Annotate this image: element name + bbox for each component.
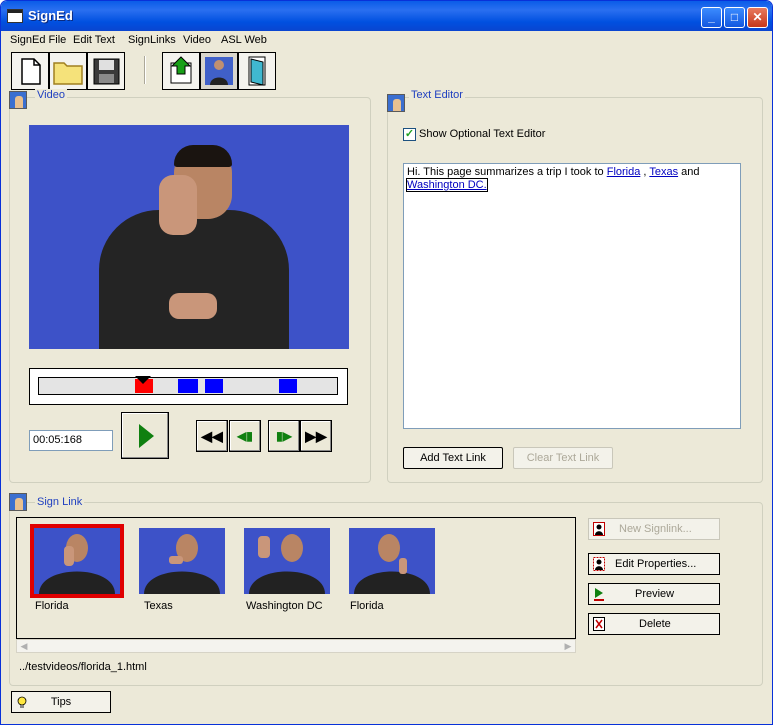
add-text-link-button[interactable]: Add Text Link: [403, 447, 503, 469]
signlink-thumbnail-list: Florida Texas Washington DC Florida: [16, 517, 576, 639]
menu-signlinks[interactable]: SignLinks: [128, 34, 176, 46]
toolbar-separator: [144, 56, 146, 84]
scroll-right-icon[interactable]: ▶: [561, 640, 575, 652]
rewind-button[interactable]: ◀◀: [196, 420, 228, 452]
signer-body: [99, 210, 289, 349]
signlink-thumbnail[interactable]: [139, 528, 225, 594]
app-window: SignEd _ □ ✕ SignEd File Edit Text SignL…: [0, 0, 773, 725]
delete-label: Delete: [639, 618, 671, 630]
tips-button[interactable]: Tips: [11, 691, 111, 713]
tips-label: Tips: [50, 696, 72, 708]
preview-button[interactable]: Preview: [588, 583, 720, 605]
menu-edit-text[interactable]: Edit Text: [73, 34, 115, 46]
editor-text: Hi. This page summarizes a trip I took t…: [407, 166, 607, 178]
signlink-toolbar: [162, 52, 276, 90]
text-link-washington[interactable]: Washington DC.: [406, 178, 488, 192]
timeline-marker[interactable]: [205, 379, 223, 393]
edit-properties-icon: [593, 557, 605, 571]
signlink-thumbnail[interactable]: [244, 528, 330, 594]
signlink-path: ../testvideos/florida_1.html: [19, 661, 147, 673]
menu-video[interactable]: Video: [183, 34, 211, 46]
edit-properties-button[interactable]: Edit Properties...: [588, 553, 720, 575]
delete-button[interactable]: Delete: [588, 613, 720, 635]
timeline-marker[interactable]: [178, 379, 198, 393]
timeline-track[interactable]: [38, 376, 338, 395]
fast-forward-button[interactable]: ▶▶: [300, 420, 332, 452]
save-disk-icon[interactable]: [87, 52, 125, 90]
scroll-left-icon[interactable]: ◀: [17, 640, 31, 652]
show-text-editor-label: Show Optional Text Editor: [419, 128, 546, 140]
video-player[interactable]: [29, 125, 349, 349]
new-signlink-icon: [593, 522, 605, 536]
title-bar[interactable]: SignEd _ □ ✕: [1, 1, 772, 31]
new-signlink-button[interactable]: New Signlink...: [588, 518, 720, 540]
file-toolbar: [11, 52, 125, 90]
playhead-icon[interactable]: [135, 376, 151, 384]
menu-signed-file[interactable]: SignEd File: [10, 34, 66, 46]
editor-text: ,: [640, 166, 650, 178]
text-link-texas[interactable]: Texas: [649, 166, 678, 178]
signer-icon[interactable]: [200, 52, 238, 90]
step-back-button[interactable]: ◀▮: [229, 420, 261, 452]
text-editor-group-icon: [387, 94, 405, 112]
menu-bar: SignEd File Edit Text SignLinks Video AS…: [1, 31, 772, 49]
delete-icon: [593, 617, 605, 631]
preview-label: Preview: [635, 588, 675, 600]
signer-hand: [169, 293, 217, 319]
open-folder-icon[interactable]: [49, 52, 87, 90]
menu-asl-web[interactable]: ASL Web: [221, 34, 267, 46]
preview-icon: [594, 588, 604, 601]
time-field[interactable]: 00:05:168: [29, 430, 113, 451]
show-text-editor-checkbox[interactable]: ✓: [403, 128, 416, 141]
upload-icon[interactable]: [162, 52, 200, 90]
video-group-label: Video: [35, 89, 67, 101]
sign-link-group-icon: [9, 493, 27, 511]
signer-hair: [174, 145, 232, 167]
text-link-florida[interactable]: Florida: [607, 166, 641, 178]
editor-text: and: [678, 166, 700, 178]
close-button[interactable]: ✕: [747, 7, 768, 28]
exit-door-icon[interactable]: [238, 52, 276, 90]
thumbnail-label: Florida: [350, 600, 384, 612]
thumbnail-label: Texas: [144, 600, 173, 612]
clear-text-link-button[interactable]: Clear Text Link: [513, 447, 613, 469]
maximize-button[interactable]: □: [724, 7, 745, 28]
edit-properties-label: Edit Properties...: [615, 558, 697, 570]
new-signlink-label: New Signlink...: [619, 523, 692, 535]
window-title: SignEd: [28, 8, 73, 23]
text-editor-group-label: Text Editor: [409, 89, 465, 101]
thumbnail-scrollbar[interactable]: ◀ ▶: [16, 639, 576, 653]
play-button[interactable]: [121, 412, 169, 459]
timeline-marker[interactable]: [279, 379, 297, 393]
sign-link-group-label: Sign Link: [35, 496, 85, 508]
signlink-thumbnail[interactable]: [349, 528, 435, 594]
signlink-thumbnail[interactable]: [34, 528, 120, 594]
minimize-button[interactable]: _: [701, 7, 722, 28]
thumbnail-label: Florida: [35, 600, 69, 612]
step-forward-button[interactable]: ▮▶: [268, 420, 300, 452]
app-icon: [7, 9, 23, 23]
text-editor-area[interactable]: Hi. This page summarizes a trip I took t…: [403, 163, 741, 429]
thumbnail-label: Washington DC: [246, 600, 323, 612]
video-group-icon: [9, 91, 27, 109]
new-file-icon[interactable]: [11, 52, 49, 90]
signer-hand: [159, 175, 197, 235]
timeline-frame: [29, 368, 348, 405]
lightbulb-icon: [17, 696, 27, 708]
